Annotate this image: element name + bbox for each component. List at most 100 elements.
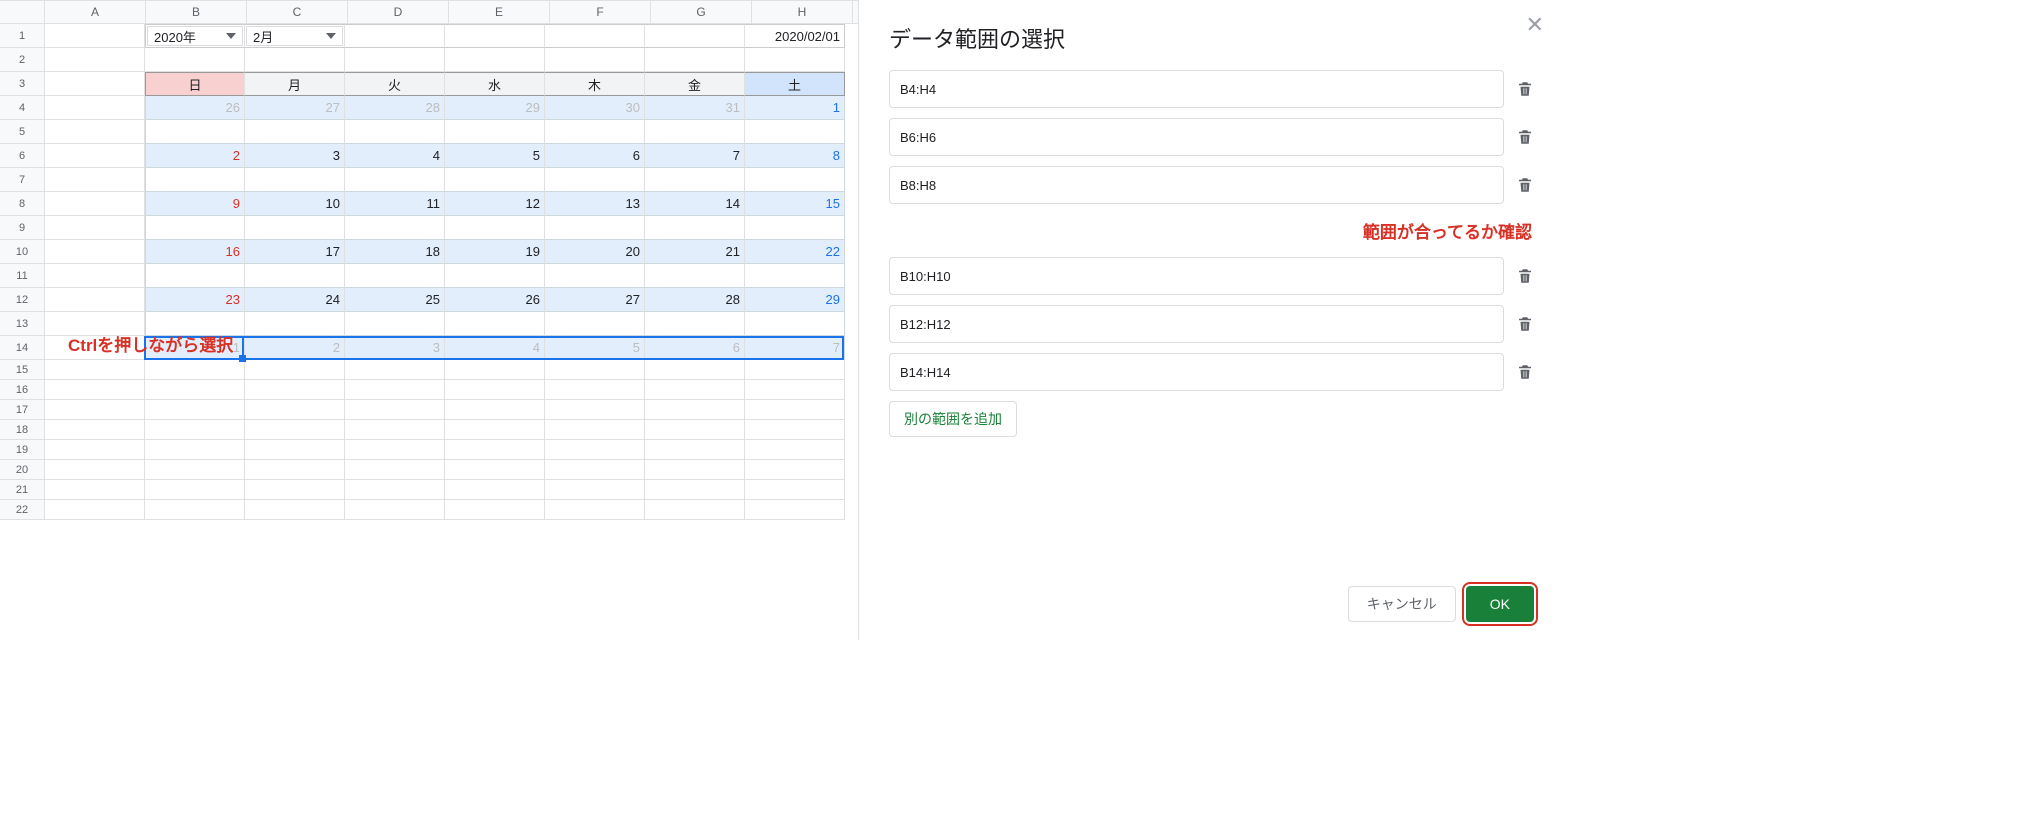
cell-H19[interactable] (745, 440, 845, 460)
cell-G1[interactable] (645, 24, 745, 48)
cell-F10[interactable]: 20 (545, 240, 645, 264)
cell-C21[interactable] (245, 480, 345, 500)
row-header-1[interactable]: 1 (0, 24, 45, 48)
cell-H21[interactable] (745, 480, 845, 500)
cell-D17[interactable] (345, 400, 445, 420)
cell-H6[interactable]: 8 (745, 144, 845, 168)
cell-G2[interactable] (645, 48, 745, 72)
cell-G13[interactable] (645, 312, 745, 336)
cell-D2[interactable] (345, 48, 445, 72)
range-input[interactable] (889, 257, 1504, 295)
cell-F19[interactable] (545, 440, 645, 460)
cell-F20[interactable] (545, 460, 645, 480)
cell-G3[interactable]: 金 (645, 72, 745, 96)
cell-H14[interactable]: 7 (745, 336, 845, 360)
cell-H2[interactable] (745, 48, 845, 72)
cell-B22[interactable] (145, 500, 245, 520)
row-header-9[interactable]: 9 (0, 216, 45, 240)
cell-D13[interactable] (345, 312, 445, 336)
cell-F11[interactable] (545, 264, 645, 288)
cell-C20[interactable] (245, 460, 345, 480)
cell-B7[interactable] (145, 168, 245, 192)
cell-C7[interactable] (245, 168, 345, 192)
col-header-A[interactable]: A (45, 1, 146, 23)
cell-A6[interactable] (45, 144, 145, 168)
cell-G4[interactable]: 31 (645, 96, 745, 120)
cell-F18[interactable] (545, 420, 645, 440)
trash-icon[interactable] (1516, 362, 1534, 382)
row-header-11[interactable]: 11 (0, 264, 45, 288)
cell-F5[interactable] (545, 120, 645, 144)
cell-E4[interactable]: 29 (445, 96, 545, 120)
cell-F21[interactable] (545, 480, 645, 500)
cell-B21[interactable] (145, 480, 245, 500)
cell-E7[interactable] (445, 168, 545, 192)
cell-A18[interactable] (45, 420, 145, 440)
cell-A4[interactable] (45, 96, 145, 120)
cell-G22[interactable] (645, 500, 745, 520)
col-header-D[interactable]: D (348, 1, 449, 23)
cell-C16[interactable] (245, 380, 345, 400)
cell-G18[interactable] (645, 420, 745, 440)
cell-C10[interactable]: 17 (245, 240, 345, 264)
cell-E12[interactable]: 26 (445, 288, 545, 312)
cell-D3[interactable]: 火 (345, 72, 445, 96)
cell-C19[interactable] (245, 440, 345, 460)
spreadsheet[interactable]: A B C D E F G H 12020年2月2020/02/0123日月火水… (0, 0, 858, 640)
cell-F8[interactable]: 13 (545, 192, 645, 216)
cell-C3[interactable]: 月 (245, 72, 345, 96)
cell-H20[interactable] (745, 460, 845, 480)
cell-H22[interactable] (745, 500, 845, 520)
trash-icon[interactable] (1516, 127, 1534, 147)
cell-C11[interactable] (245, 264, 345, 288)
month-dropdown[interactable]: 2月 (246, 26, 343, 46)
cell-G11[interactable] (645, 264, 745, 288)
cell-F7[interactable] (545, 168, 645, 192)
cell-C4[interactable]: 27 (245, 96, 345, 120)
cell-B19[interactable] (145, 440, 245, 460)
cell-E16[interactable] (445, 380, 545, 400)
cell-F17[interactable] (545, 400, 645, 420)
cell-D22[interactable] (345, 500, 445, 520)
close-icon[interactable]: ✕ (1526, 12, 1544, 38)
cell-D19[interactable] (345, 440, 445, 460)
range-input[interactable] (889, 305, 1504, 343)
grid-body[interactable]: 12020年2月2020/02/0123日月火水木金土4262728293031… (0, 24, 858, 520)
cell-A10[interactable] (45, 240, 145, 264)
cell-B18[interactable] (145, 420, 245, 440)
cell-D6[interactable]: 4 (345, 144, 445, 168)
col-header-G[interactable]: G (651, 1, 752, 23)
cell-H4[interactable]: 1 (745, 96, 845, 120)
cell-A12[interactable] (45, 288, 145, 312)
cell-A8[interactable] (45, 192, 145, 216)
add-range-button[interactable]: 別の範囲を追加 (889, 401, 1017, 437)
row-header-12[interactable]: 12 (0, 288, 45, 312)
row-header-13[interactable]: 13 (0, 312, 45, 336)
cell-C9[interactable] (245, 216, 345, 240)
cell-A21[interactable] (45, 480, 145, 500)
cell-F16[interactable] (545, 380, 645, 400)
cell-F12[interactable]: 27 (545, 288, 645, 312)
cell-D21[interactable] (345, 480, 445, 500)
cell-B4[interactable]: 26 (145, 96, 245, 120)
range-input[interactable] (889, 70, 1504, 108)
row-header-20[interactable]: 20 (0, 460, 45, 480)
cell-H12[interactable]: 29 (745, 288, 845, 312)
select-all-corner[interactable] (0, 1, 45, 23)
cell-G12[interactable]: 28 (645, 288, 745, 312)
row-header-17[interactable]: 17 (0, 400, 45, 420)
cell-G16[interactable] (645, 380, 745, 400)
cell-B15[interactable] (145, 360, 245, 380)
cell-A17[interactable] (45, 400, 145, 420)
cell-B17[interactable] (145, 400, 245, 420)
cell-E19[interactable] (445, 440, 545, 460)
cell-D18[interactable] (345, 420, 445, 440)
col-header-C[interactable]: C (247, 1, 348, 23)
cell-D4[interactable]: 28 (345, 96, 445, 120)
cell-F22[interactable] (545, 500, 645, 520)
row-header-7[interactable]: 7 (0, 168, 45, 192)
cell-B9[interactable] (145, 216, 245, 240)
cell-D15[interactable] (345, 360, 445, 380)
cell-E20[interactable] (445, 460, 545, 480)
cell-H3[interactable]: 土 (745, 72, 845, 96)
